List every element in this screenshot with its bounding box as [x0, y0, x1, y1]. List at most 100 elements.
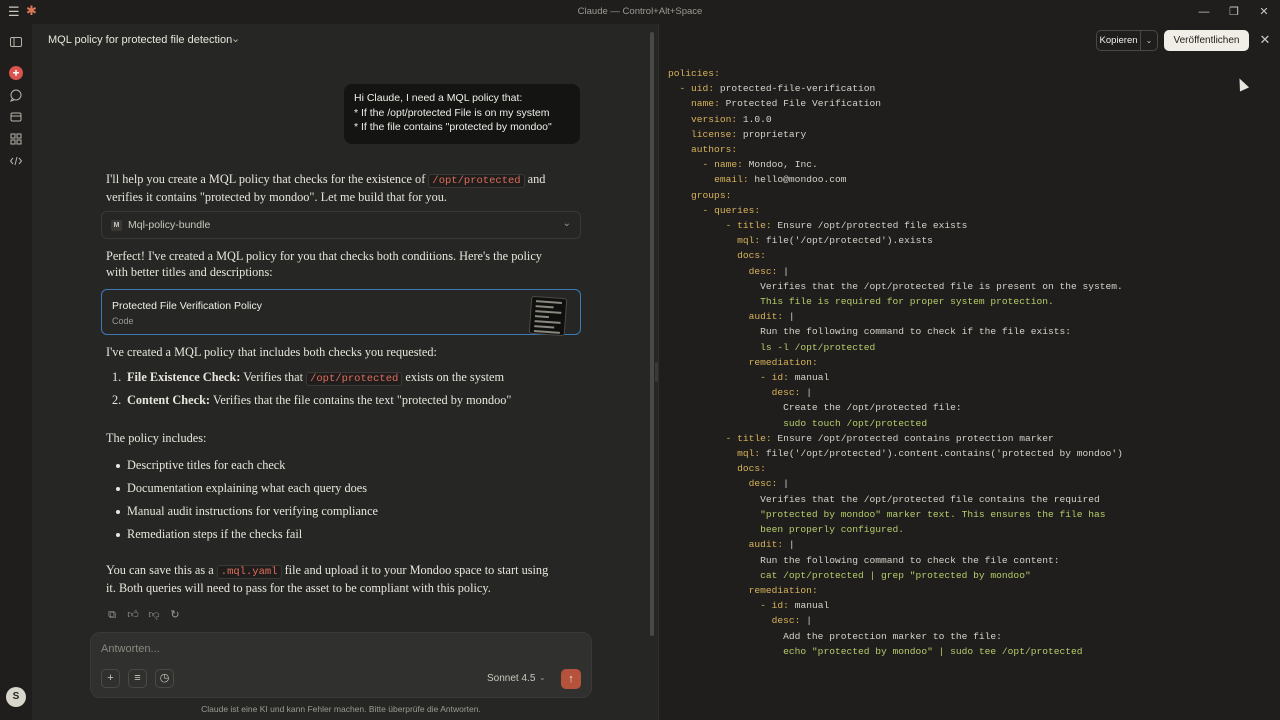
tool-call-card[interactable]: M Mql-policy-bundle ⌄ — [101, 211, 581, 239]
thumbs-up-icon[interactable]: 👍︎ — [126, 608, 140, 622]
code-line: remediation: — [748, 584, 818, 596]
mondoo-badge-icon: M — [111, 220, 122, 231]
inline-code: /opt/protected — [428, 174, 525, 188]
code-line: - queries: — [702, 204, 761, 216]
inline-code: /opt/protected — [306, 372, 403, 386]
list-item-text: exists on the system — [402, 370, 505, 384]
list-number: 2. — [112, 393, 122, 407]
inline-code: .mql.yaml — [216, 565, 282, 579]
policy-includes-heading: The policy includes: — [106, 431, 207, 445]
code-line: - id: manual — [760, 372, 830, 384]
chevron-down-icon[interactable]: ⌄ — [563, 218, 571, 229]
disclaimer: Claude ist eine KI und kann Fehler mache… — [201, 704, 481, 714]
title-bar: ☰ ✱ Claude — Control+Alt+Space — ❐ ✕ — [0, 0, 1280, 24]
code-line: cat /opt/protected | grep "protected by … — [668, 569, 1031, 581]
list-item: Remediation steps if the checks fail — [106, 526, 576, 549]
code-line: sudo touch /opt/protected — [668, 417, 928, 429]
projects-icon[interactable] — [9, 110, 23, 124]
list-item: Descriptive titles for each check — [106, 457, 576, 480]
assistant-intro: I'll help you create a MQL policy that c… — [106, 171, 556, 205]
closing-text: You can save this as a — [106, 563, 217, 577]
code-line: desc: | — [748, 265, 789, 277]
code-line: This file is required for proper system … — [668, 296, 1054, 308]
code-line: Add the protection marker to the file: — [668, 630, 1002, 642]
message-actions: ⧉ 👍︎ 👎︎ ↻ — [105, 605, 189, 622]
minimize-icon[interactable]: — — [1196, 4, 1212, 20]
check-list: 1. File Existence Check: Verifies that /o… — [106, 369, 576, 415]
code-line: docs: — [737, 250, 766, 262]
code-line: policies: — [668, 68, 720, 79]
code-line: docs: — [737, 463, 766, 475]
user-message-line: Hi Claude, I need a MQL policy that: — [354, 92, 523, 104]
user-message: Hi Claude, I need a MQL policy that: * I… — [344, 84, 580, 144]
code-line: mql: file('/opt/protected').exists — [737, 235, 933, 247]
code-view: policies: - uid: protected-file-verifica… — [668, 66, 1268, 659]
artifact-card[interactable]: Protected File Verification Policy Code — [101, 289, 581, 337]
history-icon[interactable]: ◷ — [155, 669, 174, 688]
chat-column: MQL policy for protected file detection … — [32, 24, 658, 720]
sidebar-toggle-icon[interactable] — [9, 35, 23, 49]
send-button[interactable]: ↑ — [561, 669, 581, 689]
retry-icon[interactable]: ↻ — [168, 608, 182, 622]
chevron-down-icon[interactable]: ⌄ — [1140, 30, 1158, 51]
includes-intro: I've created a MQL policy that includes … — [106, 345, 437, 359]
code-line: desc: | — [771, 387, 812, 399]
code-line: echo "protected by mondoo" | sudo tee /o… — [668, 645, 1083, 657]
copy-button[interactable]: Kopieren — [1096, 30, 1140, 51]
code-line: been properly configured. — [668, 524, 905, 536]
chevron-down-icon[interactable]: ⌄ — [231, 32, 240, 45]
list-item: Documentation explaining what each query… — [106, 480, 576, 503]
reply-input[interactable] — [101, 641, 571, 657]
code-line: version: 1.0.0 — [691, 113, 772, 125]
code-line: name: Protected File Verification — [691, 98, 882, 110]
code-icon[interactable] — [9, 154, 23, 168]
intro-text: I'll help you create a MQL policy that c… — [106, 172, 429, 186]
code-line: - name: Mondoo, Inc. — [702, 159, 818, 171]
plus-icon[interactable]: + — [101, 669, 120, 688]
tools-icon[interactable]: ≡ — [128, 669, 147, 688]
feature-list: Descriptive titles for each check Docume… — [106, 457, 576, 549]
code-line: desc: | — [771, 615, 812, 627]
list-item: Manual audit instructions for verifying … — [106, 503, 576, 526]
conversation-title[interactable]: MQL policy for protected file detection — [48, 34, 232, 46]
assistant-followup: Perfect! I've created a MQL policy for y… — [106, 249, 542, 279]
code-line: Verifies that the /opt/protected file is… — [668, 280, 1123, 292]
code-line: - id: manual — [760, 600, 830, 612]
code-line: Verifies that the /opt/protected file co… — [668, 493, 1100, 505]
code-line: remediation: — [748, 356, 818, 368]
avatar[interactable]: S — [6, 687, 26, 707]
artifacts-icon[interactable] — [9, 132, 23, 146]
close-icon[interactable]: ✕ — [1256, 4, 1272, 20]
code-line: audit: | — [748, 311, 795, 323]
window-title: Claude — Control+Alt+Space — [577, 6, 703, 17]
code-line: desc: | — [748, 478, 789, 490]
list-item-text: Verifies that — [240, 370, 307, 384]
close-icon[interactable]: ✕ — [1257, 32, 1273, 48]
list-item-text: Verifies that the file contains the text… — [210, 393, 512, 407]
code-line: email: hello@mondoo.com — [714, 174, 847, 186]
composer: + ≡ ◷ Sonnet 4.5 ⌄ ↑ — [90, 632, 592, 698]
tool-call-label: Mql-policy-bundle — [128, 219, 211, 231]
user-message-line: * If the /opt/protected File is on my sy… — [354, 106, 550, 119]
code-line: Create the /opt/protected file: — [668, 402, 962, 414]
list-item-heading: Content Check: — [127, 393, 210, 407]
artifact-thumbnail — [528, 295, 568, 337]
list-item: 1. File Existence Check: Verifies that /o… — [106, 369, 576, 392]
user-message-line: * If the file contains "protected by mon… — [354, 121, 552, 133]
code-line: groups: — [691, 189, 732, 201]
chevron-down-icon[interactable]: ⌄ — [539, 673, 546, 682]
code-line: - uid: protected-file-verification — [679, 83, 876, 95]
code-line: Run the following command to check the f… — [668, 554, 1060, 566]
new-chat-icon[interactable]: + — [9, 66, 23, 80]
maximize-icon[interactable]: ❐ — [1226, 4, 1242, 20]
chats-icon[interactable] — [9, 88, 23, 102]
copy-icon[interactable]: ⧉ — [105, 608, 119, 622]
publish-button[interactable]: Veröffentlichen — [1164, 30, 1249, 51]
chat-scrollbar[interactable] — [650, 32, 654, 636]
artifact-panel: Kopieren ⌄ Veröffentlichen ✕ policies: -… — [658, 24, 1280, 720]
code-line: - title: Ensure /opt/protected contains … — [725, 432, 1054, 444]
code-line: Run the following command to check if th… — [668, 326, 1072, 338]
thumbs-down-icon[interactable]: 👎︎ — [147, 608, 161, 622]
list-item: 2. Content Check: Verifies that the file … — [106, 392, 576, 415]
model-selector[interactable]: Sonnet 4.5 — [487, 673, 535, 684]
